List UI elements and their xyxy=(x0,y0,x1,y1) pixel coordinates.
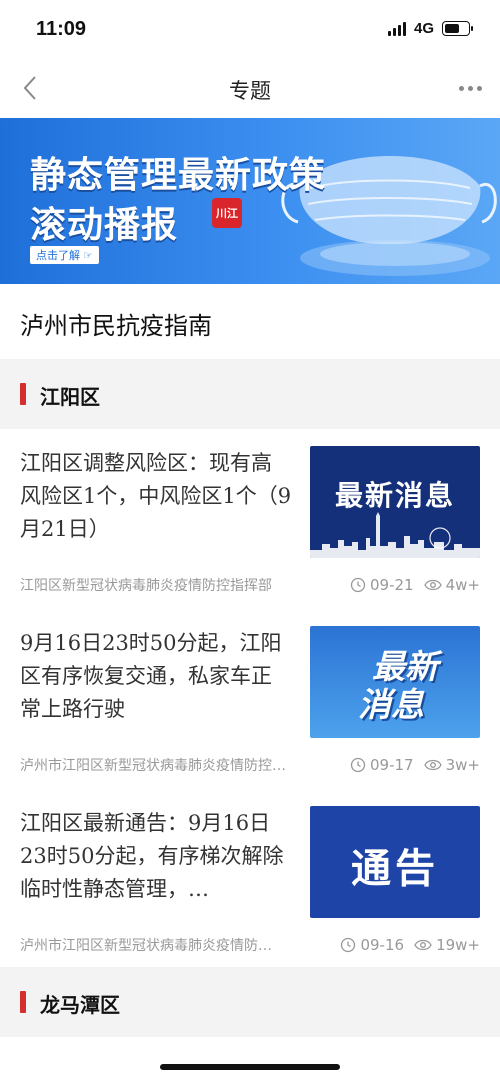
thumbnail-text-line2: 消息 xyxy=(358,685,424,724)
page-heading: 泸州市民抗疫指南 xyxy=(20,312,212,340)
article-date: 09-21 xyxy=(350,576,414,594)
article-date: 09-17 xyxy=(350,756,414,774)
eye-icon xyxy=(414,939,432,951)
clock-icon xyxy=(350,757,366,773)
article-meta: 泸州市江阳区新型冠状病毒肺炎疫情防… 09-16 19w+ xyxy=(20,935,480,955)
banner-title-line1: 静态管理最新政策 xyxy=(30,155,327,196)
article-title: 江阳区调整风险区：现有高风险区1个，中风险区1个（9月21日） xyxy=(20,451,292,541)
home-indicator[interactable] xyxy=(160,1064,340,1070)
city-skyline-illustration xyxy=(310,512,480,558)
article-views-text: 4w+ xyxy=(445,576,480,594)
pointer-hand-icon: ☞ xyxy=(83,248,93,262)
article-views: 3w+ xyxy=(423,756,480,774)
article-views: 4w+ xyxy=(423,576,480,594)
banner-cta-label: 点击了解 xyxy=(36,249,80,262)
article-thumbnail: 通告 xyxy=(310,806,480,918)
article-source: 泸州市江阳区新型冠状病毒肺炎疫情防控… xyxy=(20,758,286,774)
article-item[interactable]: 9月16日23时50分起，江阳区有序恢复交通，私家车正常上路行驶 最新 消息 泸… xyxy=(0,609,500,790)
page-title: 专题 xyxy=(229,79,271,103)
status-bar: 11:09 4G xyxy=(0,0,500,58)
article-source: 泸州市江阳区新型冠状病毒肺炎疫情防… xyxy=(20,938,272,954)
clock-icon xyxy=(341,937,356,953)
banner-title-line2: 滚动播报 xyxy=(30,205,179,246)
article-date-text: 09-17 xyxy=(370,756,414,774)
banner-cta-button[interactable]: 点击了解 ☞ xyxy=(30,246,99,264)
article-item[interactable]: 江阳区最新通告：9月16日23时50分起，有序梯次解除临时性静态管理，… 通告 … xyxy=(0,789,500,970)
article-views: 19w+ xyxy=(414,936,480,954)
article-title: 9月16日23时50分起，江阳区有序恢复交通，私家车正常上路行驶 xyxy=(20,631,282,721)
thumbnail-text: 通告 xyxy=(351,846,439,892)
article-title: 江阳区最新通告：9月16日23时50分起，有序梯次解除临时性静态管理，… xyxy=(20,811,284,901)
article-meta: 江阳区新型冠状病毒肺炎疫情防控指挥部 09-21 4w+ xyxy=(20,575,480,595)
status-icons: 4G xyxy=(387,20,473,37)
article-thumbnail: 最新 消息 xyxy=(310,626,480,738)
article-meta: 泸州市江阳区新型冠状病毒肺炎疫情防控… 09-17 3w+ xyxy=(20,755,480,775)
more-button[interactable] xyxy=(459,86,482,91)
status-time: 11:09 xyxy=(36,18,87,40)
section-label: 龙马潭区 xyxy=(40,993,120,1017)
network-type: 4G xyxy=(413,20,434,37)
section-label: 江阳区 xyxy=(40,385,100,409)
section-header-jiangyang[interactable]: 江阳区 xyxy=(0,359,500,429)
eye-icon xyxy=(423,579,442,591)
eye-icon xyxy=(423,759,442,771)
section-accent-bar xyxy=(20,383,26,405)
article-date-text: 09-16 xyxy=(360,936,405,954)
article-views-text: 19w+ xyxy=(436,936,480,954)
article-source: 江阳区新型冠状病毒肺炎疫情防控指挥部 xyxy=(20,578,272,594)
article-thumbnail: 最新消息 xyxy=(310,446,480,558)
chuanjiang-logo: 川江 xyxy=(212,198,242,228)
nav-bar: 专题 xyxy=(0,58,500,118)
bottom-area xyxy=(0,1037,500,1083)
article-date-text: 09-21 xyxy=(370,576,414,594)
clock-icon xyxy=(350,577,366,593)
article-item[interactable]: 江阳区调整风险区：现有高风险区1个，中风险区1个（9月21日） 最新消息 江阳区… xyxy=(0,429,500,610)
article-date: 09-16 xyxy=(340,936,404,954)
battery-icon xyxy=(442,21,473,36)
article-views-text: 3w+ xyxy=(445,756,480,774)
more-dots-icon xyxy=(459,86,464,91)
section-header-longmatan[interactable]: 龙马潭区 xyxy=(0,967,500,1037)
signal-icon xyxy=(387,21,406,36)
section-accent-bar xyxy=(20,991,26,1013)
promo-banner[interactable]: 静态管理最新政策 滚动播报 川江 点击了解 ☞ xyxy=(0,118,500,284)
